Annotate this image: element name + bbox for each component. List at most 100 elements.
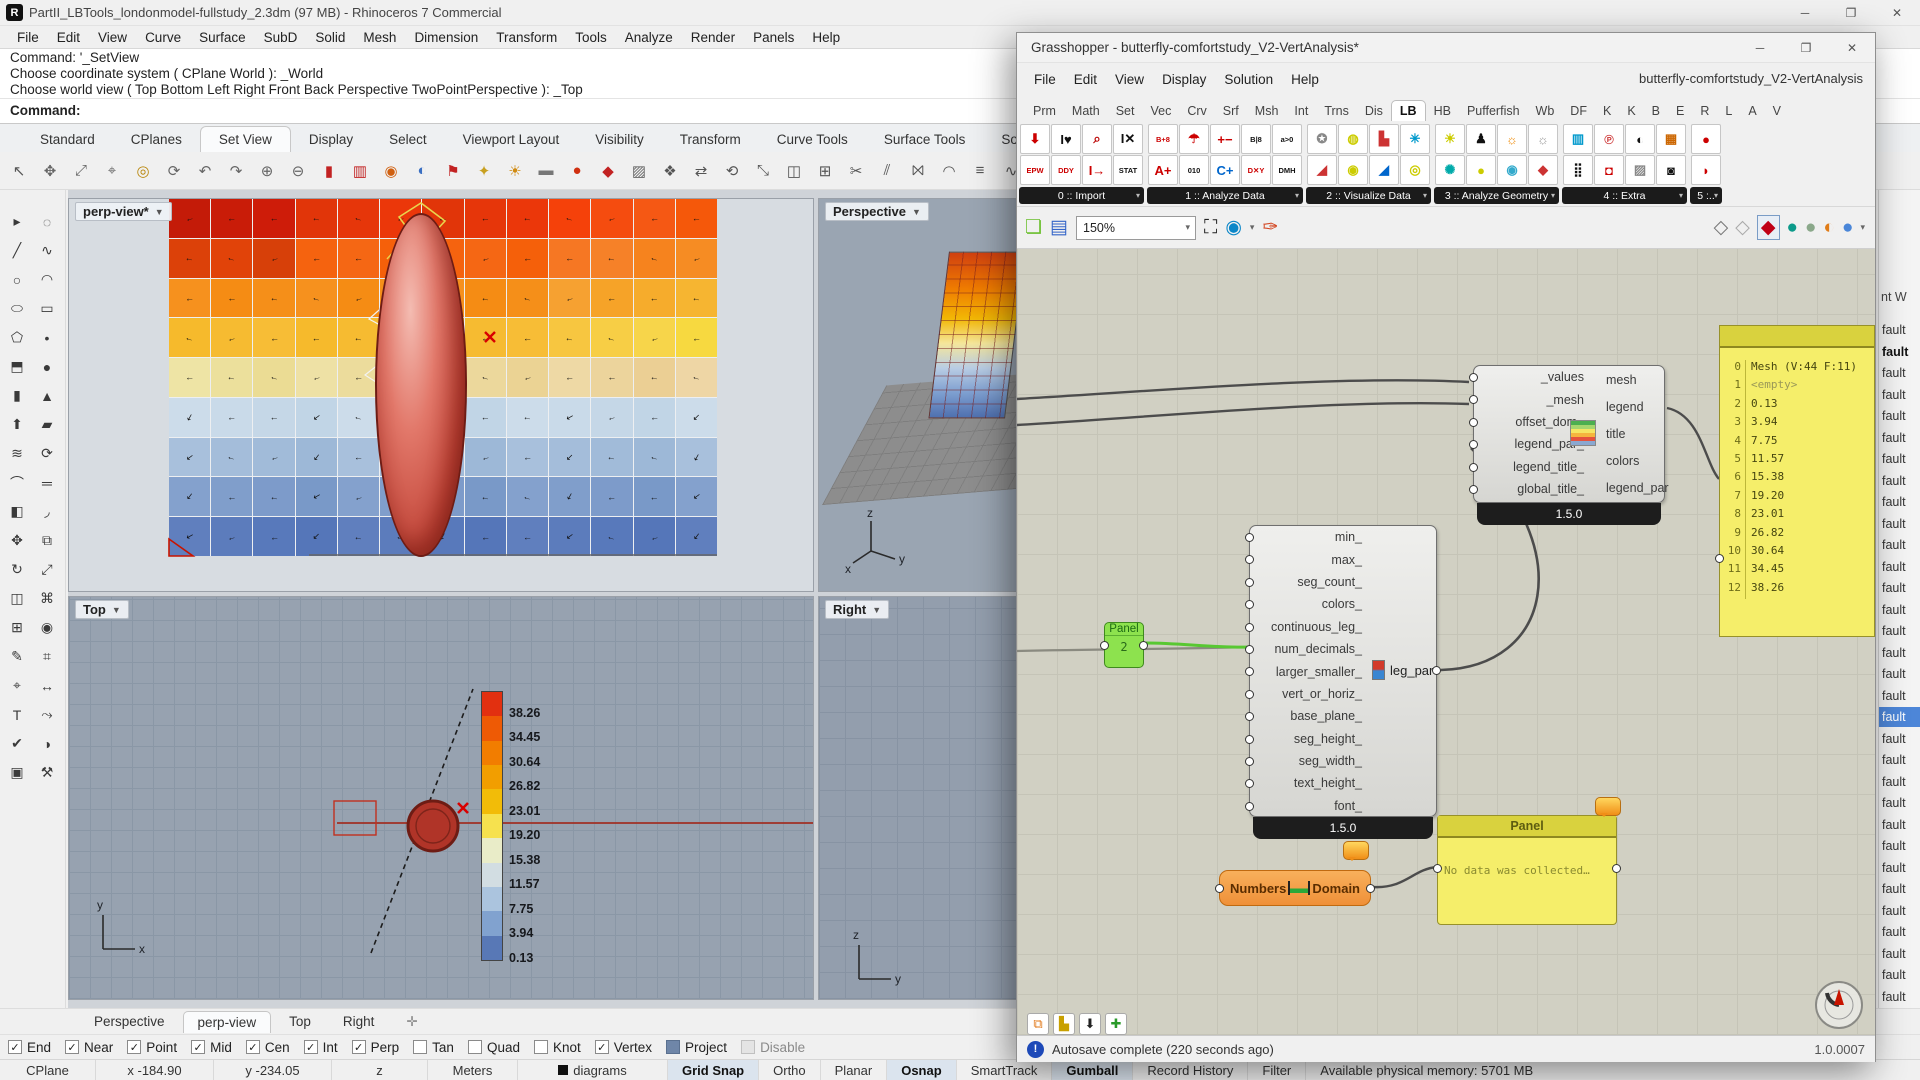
gh-menu-view[interactable]: View (1106, 70, 1153, 89)
input-label[interactable]: _mesh (1546, 393, 1584, 407)
input-port[interactable] (1245, 802, 1254, 811)
rotate-icon[interactable]: ↻ (4, 556, 31, 583)
gh-menu-edit[interactable]: Edit (1065, 70, 1106, 89)
osnap-cen[interactable]: ✓Cen (246, 1040, 290, 1055)
layer-row[interactable]: fault (1879, 449, 1920, 469)
osnap-mid[interactable]: ✓Mid (191, 1040, 232, 1055)
input-port[interactable] (1245, 690, 1254, 699)
minimize-icon[interactable]: ─ (1737, 33, 1783, 63)
measure-icon[interactable]: ⌖ (4, 672, 31, 699)
scale-icon[interactable]: ⤢ (34, 556, 61, 583)
input-port[interactable] (1245, 735, 1254, 744)
light-icon[interactable]: ✦ (471, 158, 497, 184)
lb-component-icon[interactable]: ● (1691, 124, 1721, 154)
hatch-icon[interactable]: ▨ (626, 158, 652, 184)
sphere-icon[interactable]: ● (34, 353, 61, 380)
lb-group-label[interactable]: 0 :: Import (1019, 187, 1144, 204)
toolbar-tab-curve-tools[interactable]: Curve Tools (759, 127, 866, 152)
lb-group-label[interactable]: 5 :.. (1690, 187, 1722, 204)
shade-icon[interactable]: ◑ (34, 730, 61, 757)
input-port[interactable] (1469, 418, 1478, 427)
lb-group-label[interactable]: 4 :: Extra (1562, 187, 1687, 204)
status-cell[interactable]: z (332, 1060, 428, 1080)
checkbox-icon[interactable]: ✓ (246, 1040, 260, 1054)
menu-tools[interactable]: Tools (566, 28, 616, 47)
lb-component-icon[interactable]: ◢ (1307, 155, 1337, 185)
layer-row[interactable]: fault (1879, 793, 1920, 813)
lb-component-icon[interactable]: ◎ (1400, 155, 1430, 185)
close-icon[interactable]: ✕ (1874, 0, 1920, 26)
lb-component-icon[interactable]: DMH (1272, 155, 1302, 185)
render-icon[interactable]: ▣ (4, 759, 31, 786)
pointer-icon[interactable]: ▸ (4, 208, 31, 235)
layer-row[interactable]: fault (1879, 987, 1920, 1007)
lb-component-icon[interactable]: I✕ (1113, 124, 1143, 154)
menu-surface[interactable]: Surface (190, 28, 255, 47)
gh-tab-trns-8[interactable]: Trns (1316, 101, 1357, 121)
output-label[interactable]: legend (1606, 400, 1644, 414)
layer-row[interactable]: fault (1879, 557, 1920, 577)
select-icon[interactable]: ↖ (6, 158, 32, 184)
viewport-tab-right[interactable]: Right (329, 1011, 389, 1032)
gh-menu-help[interactable]: Help (1282, 70, 1328, 89)
gh-tab-int-7[interactable]: Int (1286, 101, 1316, 121)
output-port[interactable] (1139, 641, 1148, 650)
cone-icon[interactable]: ▲ (34, 382, 61, 409)
menu-edit[interactable]: Edit (48, 28, 89, 47)
input-port[interactable] (1245, 623, 1254, 632)
plus-grid-icon[interactable]: ✚ (1105, 1013, 1127, 1035)
layer-row[interactable]: fault (1879, 879, 1920, 899)
status-toggle-osnap[interactable]: Osnap (887, 1060, 956, 1080)
menu-curve[interactable]: Curve (136, 28, 190, 47)
gh-tab-vec-3[interactable]: Vec (1142, 101, 1179, 121)
output-label[interactable]: leg_par (1390, 663, 1433, 678)
input-port[interactable] (1215, 884, 1224, 893)
lb-component-icon[interactable]: I→ (1082, 155, 1112, 185)
input-port[interactable] (1245, 578, 1254, 587)
lb-group-label[interactable]: 2 :: Visualize Data (1306, 187, 1431, 204)
arc-icon[interactable]: ◠ (34, 266, 61, 293)
gumball-icon[interactable]: ◉ (34, 614, 61, 641)
new-viewport-icon[interactable]: ✛ (392, 1011, 431, 1033)
layer-row[interactable]: fault (1879, 729, 1920, 749)
input-port[interactable] (1100, 641, 1109, 650)
layer-row[interactable]: fault (1879, 772, 1920, 792)
ball-orange-icon[interactable]: ◐ (1824, 217, 1835, 239)
viewport-tab-top[interactable]: Top (275, 1011, 325, 1032)
lb-component-icon[interactable]: ⌕ (1082, 124, 1112, 154)
gh-tab-lb-10[interactable]: LB (1391, 100, 1426, 121)
input-label[interactable]: seg_width_ (1299, 754, 1362, 768)
zoom-target-icon[interactable]: ◎ (130, 158, 156, 184)
gh-tab-pufferfish-12[interactable]: Pufferfish (1459, 101, 1528, 121)
lb-component-icon[interactable]: B+8 (1148, 124, 1178, 154)
input-port[interactable] (1245, 779, 1254, 788)
menu-mesh[interactable]: Mesh (354, 28, 405, 47)
gh-tab-a-21[interactable]: A (1740, 101, 1764, 121)
layer-row[interactable]: fault (1879, 965, 1920, 985)
input-port[interactable] (1245, 757, 1254, 766)
menu-solid[interactable]: Solid (306, 28, 354, 47)
scale-icon[interactable]: ⤡ (750, 158, 776, 184)
curve-edit-icon[interactable]: ✎ (4, 643, 31, 670)
notes-red-icon[interactable]: ▮ (316, 158, 342, 184)
ball-blue-icon[interactable]: ● (1842, 217, 1853, 239)
orient-icon[interactable]: ⌘ (34, 585, 61, 612)
input-label[interactable]: min_ (1335, 530, 1362, 544)
ground-icon[interactable]: ▬ (533, 158, 559, 184)
zoom-in-icon[interactable]: ⊕ (254, 158, 280, 184)
chevron-down-icon[interactable]: ▾ (1250, 222, 1255, 233)
lb-component-icon[interactable]: EPW (1020, 155, 1050, 185)
layer-row[interactable]: fault (1879, 707, 1920, 727)
input-label[interactable]: text_height_ (1294, 776, 1362, 790)
input-label[interactable]: num_decimals_ (1274, 642, 1362, 656)
lb-component-icon[interactable]: ◗ (1691, 155, 1721, 185)
ball-green-icon[interactable]: ● (1805, 217, 1816, 239)
current-layer-cell[interactable]: diagrams (518, 1060, 668, 1080)
gh-tab-dis-9[interactable]: Dis (1357, 101, 1391, 121)
fillet-edge-icon[interactable]: ◞ (34, 498, 61, 525)
gem-shaded-icon[interactable]: ◆ (1757, 215, 1780, 240)
lb-component-icon[interactable]: 010 (1179, 155, 1209, 185)
lb-component-icon[interactable]: A+ (1148, 155, 1178, 185)
lb-component-icon[interactable]: ◍ (1338, 124, 1368, 154)
output-label[interactable]: colors (1606, 454, 1639, 468)
